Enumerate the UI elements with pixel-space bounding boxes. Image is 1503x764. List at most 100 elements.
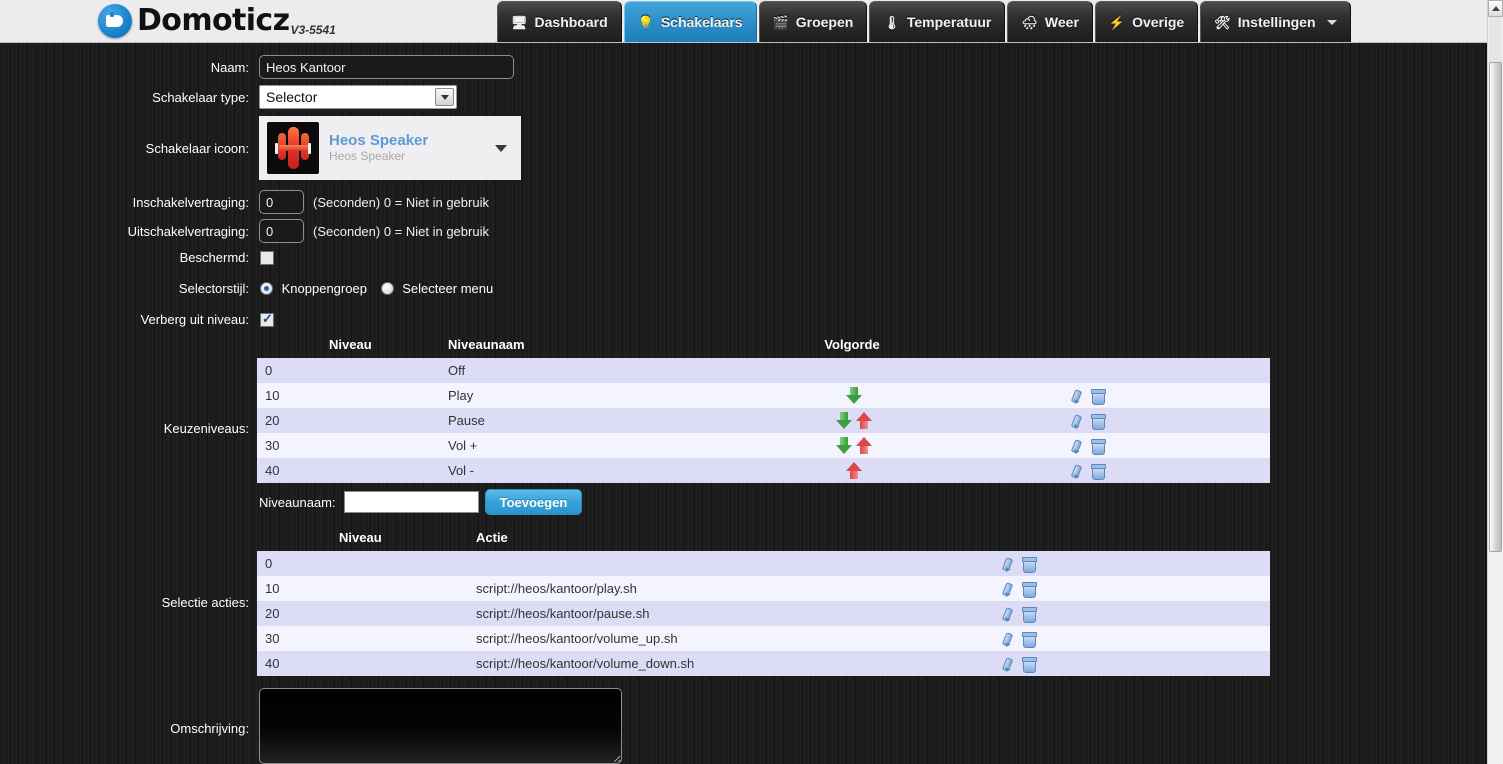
- field-row-naam: Naam:: [110, 55, 522, 79]
- schakelaar-icoon-label: Schakelaar icoon:: [145, 141, 249, 156]
- cell-niveaunaam: Pause: [448, 413, 485, 428]
- level-delete-icon[interactable]: [1091, 463, 1106, 480]
- level-delete-icon[interactable]: [1091, 438, 1106, 455]
- cell-volgorde: [657, 408, 1047, 433]
- cell-actie-niveau: 10: [265, 581, 280, 596]
- move-down-icon[interactable]: [836, 437, 852, 455]
- nav-tab-temperatuur[interactable]: 🌡 Temperatuur: [869, 1, 1006, 42]
- action-edit-icon[interactable]: [1000, 557, 1014, 572]
- cell-row-actions: [1000, 626, 1270, 651]
- monitor-icon: 🖥: [511, 14, 528, 30]
- cell-niveaunaam: Vol -: [448, 463, 475, 478]
- tools-icon: 🛠: [1214, 14, 1231, 30]
- vertical-scrollbar[interactable]: [1487, 0, 1503, 764]
- table-row: 0: [257, 551, 1270, 576]
- cell-volgorde: [657, 383, 1047, 408]
- action-edit-icon[interactable]: [1000, 632, 1014, 647]
- cell-actie: [470, 551, 1000, 576]
- action-delete-icon[interactable]: [1022, 556, 1037, 573]
- nav-tab-groepen[interactable]: 🎬 Groepen: [758, 1, 868, 42]
- naam-input[interactable]: [259, 55, 514, 79]
- field-row-beschermd: Beschermd:: [110, 250, 274, 265]
- app-logo: Domoticz V3-5541: [98, 1, 336, 41]
- field-row-selectorstijl: Selectorstijl: Knoppengroep Selecteer me…: [110, 281, 503, 296]
- col-volgorde: Volgorde: [824, 337, 880, 352]
- action-delete-icon[interactable]: [1022, 656, 1037, 673]
- level-delete-icon[interactable]: [1091, 388, 1106, 405]
- nav-tab-weer[interactable]: 🌧 Weer: [1007, 1, 1093, 42]
- schakelaar-icoon-picker[interactable]: Heos Speaker Heos Speaker: [259, 116, 521, 180]
- beschermd-label: Beschermd:: [179, 250, 249, 265]
- naam-label: Naam:: [210, 59, 249, 75]
- move-up-icon[interactable]: [846, 462, 862, 480]
- move-up-icon[interactable]: [856, 412, 872, 430]
- inschakelvertraging-input[interactable]: [259, 190, 304, 214]
- logo-text: Domoticz: [137, 3, 290, 38]
- schakelaar-type-label: Schakelaar type:: [152, 89, 249, 105]
- col-actie: Actie: [476, 530, 508, 545]
- action-delete-icon[interactable]: [1022, 631, 1037, 648]
- col-levels-actions: [1047, 337, 1270, 358]
- action-delete-icon[interactable]: [1022, 581, 1037, 598]
- scrollbar-track[interactable]: [1489, 17, 1502, 62]
- table-row: 10 script://heos/kantoor/play.sh: [257, 576, 1270, 601]
- nav-tab-overige[interactable]: ⚡ Overige: [1094, 1, 1199, 42]
- inschakelvertraging-label: Inschakelvertraging:: [132, 194, 249, 210]
- niveaunaam-add-input[interactable]: [343, 491, 479, 513]
- scroll-up-arrow-icon[interactable]: [1488, 0, 1503, 17]
- level-edit-icon[interactable]: [1069, 439, 1083, 454]
- table-row: 40 script://heos/kantoor/volume_down.sh: [257, 651, 1270, 676]
- nav-tab-instellingen[interactable]: 🛠 Instellingen: [1200, 1, 1351, 42]
- level-edit-icon[interactable]: [1069, 389, 1083, 404]
- action-edit-icon[interactable]: [1000, 607, 1014, 622]
- verberg-uit-niveau-checkbox[interactable]: [260, 311, 274, 327]
- field-row-uitschakelvertraging: Uitschakelvertraging: (Seconden) 0 = Nie…: [110, 219, 489, 243]
- nav-tab-dashboard[interactable]: 🖥 Dashboard: [497, 1, 622, 42]
- cell-row-actions: [1000, 651, 1270, 676]
- uitschakelvertraging-hint: (Seconden) 0 = Niet in gebruik: [313, 223, 489, 239]
- level-edit-icon[interactable]: [1069, 414, 1083, 429]
- level-delete-icon[interactable]: [1091, 413, 1106, 430]
- action-edit-icon[interactable]: [1000, 582, 1014, 597]
- table-row: 0 Off: [257, 358, 1270, 383]
- keuzeniveaus-header-row: Niveau Niveaunaam Volgorde: [257, 337, 1270, 358]
- uitschakelvertraging-input[interactable]: [259, 219, 304, 243]
- selectorstijl-radio-knoppengroep[interactable]: [260, 282, 273, 295]
- nav-tab-label: Dashboard: [534, 14, 608, 30]
- icon-subtitle: Heos Speaker: [329, 149, 406, 163]
- action-edit-icon[interactable]: [1000, 657, 1014, 672]
- move-up-icon[interactable]: [856, 437, 872, 455]
- cell-row-actions: [1000, 576, 1270, 601]
- chevron-down-icon[interactable]: [495, 144, 507, 152]
- cell-niveaunaam: Play: [448, 388, 474, 403]
- level-edit-icon[interactable]: [1069, 464, 1083, 479]
- selectie-acties-header-row: Niveau Actie: [257, 530, 1270, 551]
- move-down-icon[interactable]: [846, 387, 862, 405]
- selectorstijl-radio-selecteer-menu[interactable]: [380, 282, 394, 295]
- cell-actie: script://heos/kantoor/pause.sh: [476, 606, 650, 621]
- chevron-down-icon[interactable]: [435, 88, 454, 106]
- cell-volgorde: [657, 433, 1047, 458]
- omschrijving-textarea[interactable]: [259, 688, 622, 764]
- cell-volgorde: [657, 358, 1047, 383]
- cell-niveau: 10: [265, 388, 280, 403]
- cell-row-actions: [1000, 551, 1270, 576]
- selectorstijl-option-2-label: Selecteer menu: [402, 281, 494, 296]
- toevoegen-button[interactable]: Toevoegen: [484, 489, 583, 515]
- col-actions-actions: [1000, 530, 1270, 551]
- nav-tab-label: Overige: [1132, 14, 1185, 30]
- schakelaar-type-select[interactable]: Selector: [259, 85, 457, 109]
- cloud-rain-icon: 🌧: [1021, 14, 1038, 30]
- nav-tab-label: Temperatuur: [906, 14, 992, 30]
- nav-tab-schakelaars[interactable]: 💡 Schakelaars: [623, 1, 757, 42]
- cell-volgorde: [657, 458, 1047, 483]
- beschermd-checkbox[interactable]: [260, 250, 274, 265]
- inschakelvertraging-hint: (Seconden) 0 = Niet in gebruik: [313, 194, 489, 210]
- group-icon: 🎬: [772, 14, 789, 30]
- cell-niveau: 20: [265, 413, 280, 428]
- move-down-icon[interactable]: [836, 412, 852, 430]
- scrollbar-thumb[interactable]: [1489, 62, 1502, 552]
- chevron-down-icon[interactable]: [1326, 19, 1337, 25]
- field-row-schakelaar-type: Schakelaar type: Selector: [110, 85, 522, 109]
- action-delete-icon[interactable]: [1022, 606, 1037, 623]
